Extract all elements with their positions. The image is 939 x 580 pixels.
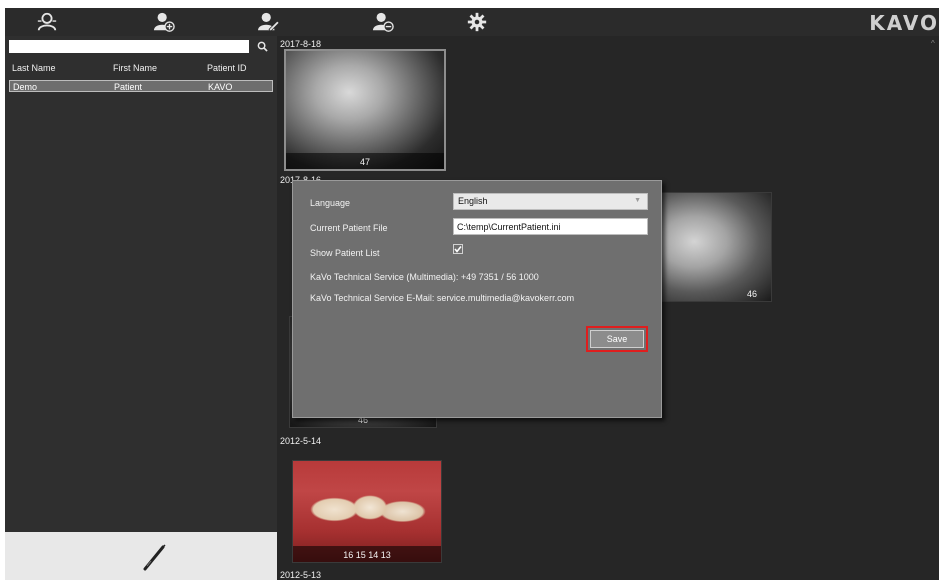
save-button[interactable]: Save [590, 330, 644, 348]
patient-id: KAVO [208, 82, 233, 92]
remove-patient-button[interactable] [369, 11, 397, 33]
device-panel [5, 532, 277, 580]
toolbar: KAVO [5, 8, 939, 36]
patients-icon [37, 12, 57, 31]
search-button[interactable] [255, 39, 269, 53]
xray-image [286, 51, 444, 169]
tooth-number-label: 46 [746, 289, 757, 299]
settings-dialog: Language English ▼ Current Patient File … [292, 180, 662, 418]
tooth-number-label: 47 [359, 157, 370, 167]
add-patient-button[interactable] [150, 11, 178, 33]
edit-patient-button[interactable] [255, 11, 283, 33]
app-window: KAVO Last Name First Name Patient ID Dem… [5, 8, 939, 580]
handpiece-icon[interactable] [139, 542, 169, 572]
kavo-logo: KAVO [869, 11, 939, 35]
edit-patient-icon [258, 12, 280, 32]
chevron-down-icon: ▼ [634, 197, 641, 204]
search-input[interactable] [9, 40, 249, 53]
patient-last-name: Demo [13, 82, 38, 92]
date-label: 2012-5-14 [280, 436, 322, 446]
patient-file-input[interactable] [453, 218, 648, 235]
service-phone-text: KaVo Technical Service (Multimedia): +49… [310, 272, 539, 282]
language-select[interactable]: English ▼ [453, 193, 648, 210]
settings-icon [467, 12, 487, 32]
search-icon [257, 41, 268, 52]
checkmark-icon [453, 244, 463, 254]
search-row [9, 40, 273, 54]
date-label: 2017-8-18 [280, 39, 322, 49]
add-patient-icon [153, 12, 175, 32]
column-header-last-name[interactable]: Last Name [12, 63, 56, 73]
show-patient-list-label: Show Patient List [310, 248, 380, 258]
image-thumbnail[interactable]: 16 15 14 13 [292, 460, 442, 563]
language-label: Language [310, 198, 351, 208]
patient-list-header: Last Name First Name Patient ID [9, 63, 275, 75]
column-header-first-name[interactable]: First Name [113, 63, 157, 73]
remove-patient-icon [372, 12, 394, 32]
patient-row[interactable]: Demo Patient KAVO [9, 80, 273, 92]
service-email-text: KaVo Technical Service E-Mail: service.m… [310, 293, 575, 303]
xray-image [653, 193, 771, 301]
patient-file-label: Current Patient File [310, 223, 388, 233]
scrollbar-arrow-icon[interactable]: ^ [931, 39, 935, 48]
patient-first-name: Patient [114, 82, 143, 92]
patient-sidebar: Last Name First Name Patient ID Demo Pat… [5, 36, 277, 580]
column-header-patient-id[interactable]: Patient ID [207, 63, 247, 73]
date-label: 2012-5-13 [280, 570, 322, 580]
patients-button[interactable] [33, 11, 61, 33]
save-highlight: Save [586, 326, 648, 352]
image-thumbnail[interactable]: 46 [652, 192, 772, 302]
settings-button[interactable] [463, 11, 491, 33]
show-patient-list-checkbox[interactable] [453, 244, 463, 254]
image-thumbnail[interactable]: 47 [284, 49, 446, 171]
language-value: English [458, 196, 488, 206]
tooth-number-label: 16 15 14 13 [343, 550, 391, 560]
